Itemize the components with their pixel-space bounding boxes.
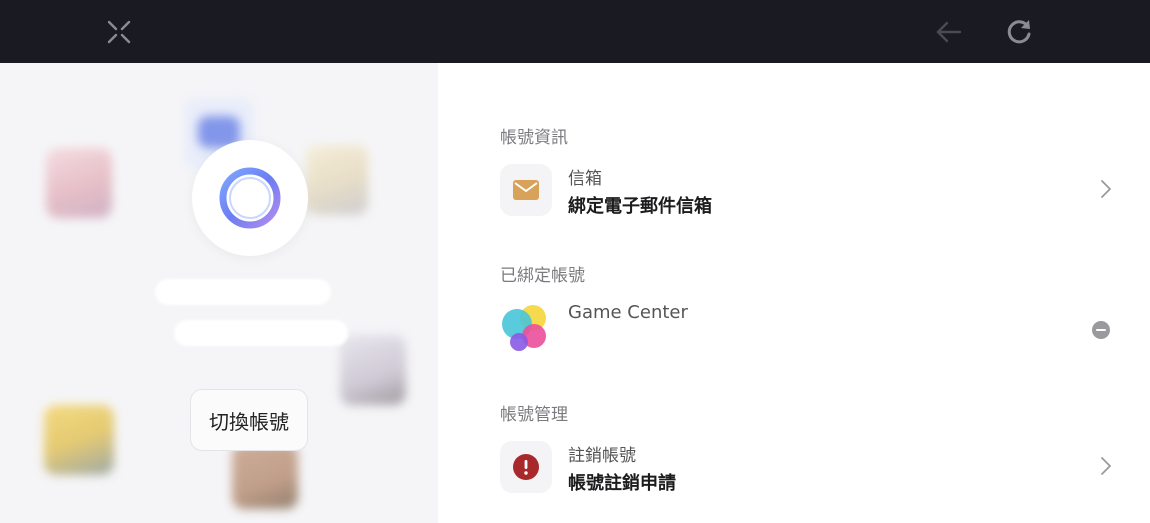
switch-account-button[interactable]: 切換帳號: [190, 389, 308, 451]
profile-panel: 切換帳號: [0, 63, 438, 523]
minus-icon: [1096, 329, 1106, 331]
email-label: 信箱: [568, 169, 602, 189]
section-title-account-info: 帳號資訊: [500, 128, 568, 148]
chevron-right-icon: [1101, 180, 1111, 198]
arrow-left-icon: [936, 21, 962, 43]
game-center-label: Game Center: [568, 302, 688, 323]
refresh-icon: [1007, 20, 1031, 44]
refresh-button[interactable]: [1004, 17, 1034, 47]
game-center-row: Game Center: [500, 302, 1112, 362]
chevron-right-icon: [1101, 457, 1111, 475]
delete-account-row[interactable]: 註銷帳號 帳號註銷申請: [500, 441, 1112, 501]
userid-placeholder: [174, 320, 348, 346]
top-bar: [0, 0, 1150, 63]
unlink-game-center-button[interactable]: [1092, 321, 1110, 339]
game-avatar-1: [46, 148, 112, 218]
game-avatar-3: [340, 335, 406, 405]
game-avatar-5: [232, 443, 298, 509]
email-value: 綁定電子郵件信箱: [568, 196, 712, 217]
game-avatar-4: [44, 405, 114, 475]
email-icon-box: [500, 164, 552, 216]
game-avatar-2: [306, 145, 368, 215]
app-logo-icon: [219, 167, 281, 229]
delete-account-value: 帳號註銷申請: [568, 473, 676, 494]
game-center-icon: [502, 305, 546, 351]
section-title-linked-accounts: 已綁定帳號: [500, 266, 585, 286]
envelope-icon: [513, 180, 539, 200]
warning-icon: [513, 454, 539, 480]
close-x-icon: [107, 20, 131, 44]
back-button[interactable]: [934, 17, 964, 47]
email-row[interactable]: 信箱 綁定電子郵件信箱: [500, 164, 1112, 224]
section-title-account-management: 帳號管理: [500, 405, 568, 425]
delete-account-label: 註銷帳號: [568, 446, 636, 466]
close-button[interactable]: [104, 17, 134, 47]
username-placeholder: [155, 279, 331, 305]
warning-icon-box: [500, 441, 552, 493]
switch-account-label: 切換帳號: [209, 409, 289, 434]
account-settings: 帳號資訊 信箱 綁定電子郵件信箱 已綁定帳號 Game Center 帳號管理: [438, 63, 1150, 523]
profile-avatar: [192, 140, 308, 256]
